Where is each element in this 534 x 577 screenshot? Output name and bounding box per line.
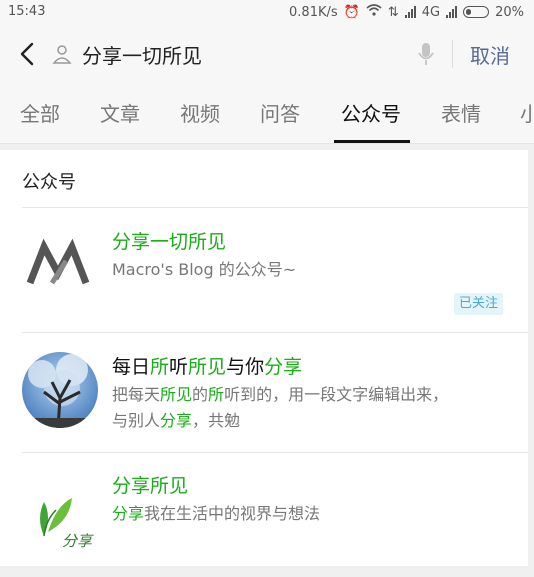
category-tabs: 全部 文章 视频 问答 公众号 表情 小 <box>0 84 534 144</box>
result-description: 分享我在生活中的视界与想法 <box>112 500 320 527</box>
text-segment: 每日 <box>112 356 151 378</box>
active-tab-indicator <box>334 140 410 143</box>
result-description: 把每天所见的所听到的，用一段文字编辑出来， <box>112 381 448 408</box>
tab-all[interactable]: 全部 <box>20 98 60 127</box>
result-description: Macro's Blog 的公众号~ <box>112 256 296 283</box>
text-segment: ，共勉 <box>192 411 241 430</box>
text-segment: 把每天 <box>112 385 161 404</box>
text-segment: 听到的，用一段文字编辑出来， <box>224 385 449 404</box>
text-segment: 我在生活中的视界与想法 <box>144 504 321 523</box>
microphone-icon[interactable] <box>416 40 436 68</box>
macro-blog-logo-icon <box>22 225 98 301</box>
highlighted-keyword: 分享 <box>264 356 303 378</box>
highlighted-keyword: 分享所见 <box>112 475 189 497</box>
result-divider <box>22 332 528 333</box>
result-divider <box>22 452 528 453</box>
alarm-off-icon: ⏰ <box>343 4 360 20</box>
text-segment: 与别人 <box>112 411 161 430</box>
network-speed: 0.81K/s <box>289 4 338 20</box>
tab-official-accounts[interactable]: 公众号 <box>341 98 401 127</box>
result-title: 分享一切所见 <box>112 227 226 254</box>
results-card: 公众号 分享一切所见 Macro's Blog 的公众号~ 已关注 每日所听所见… <box>0 150 528 566</box>
status-bar: 15:43 0.81K/s ⏰ ⇅ 4G 20% <box>0 0 534 24</box>
tab-more[interactable]: 小 <box>520 98 534 127</box>
followed-badge: 已关注 <box>454 293 504 315</box>
search-bar: 分享一切所见 取消 <box>0 24 534 84</box>
status-time: 15:43 <box>8 4 46 19</box>
highlighted-keyword: 分享一切所见 <box>112 231 227 253</box>
highlighted-keyword: 所 <box>150 356 170 378</box>
highlighted-keyword: 所 <box>208 385 225 404</box>
wifi-icon <box>366 4 382 20</box>
text-segment: 听 <box>169 356 189 378</box>
status-indicators: 0.81K/s ⏰ ⇅ 4G 20% <box>289 4 524 20</box>
signal-icon-2 <box>446 6 458 18</box>
tab-stickers[interactable]: 表情 <box>441 98 481 127</box>
result-description-line-2: 与别人分享，共勉 <box>112 407 240 434</box>
tab-articles[interactable]: 文章 <box>100 98 140 127</box>
tree-photo-avatar-icon <box>22 352 98 428</box>
result-title: 分享所见 <box>112 471 188 498</box>
section-title: 公众号 <box>22 172 76 193</box>
leaf-logo-icon: 分享 <box>22 476 98 552</box>
logo-lettering: 分享 <box>62 532 94 550</box>
account-search-icon <box>52 44 72 64</box>
search-divider <box>452 40 453 68</box>
text-segment: 的 <box>192 385 209 404</box>
signal-icon <box>404 6 416 18</box>
network-type: 4G <box>421 4 441 20</box>
highlighted-keyword: 分享 <box>112 504 145 523</box>
battery-level: 20% <box>495 4 524 20</box>
result-title: 每日所听所见与你分享 <box>112 352 302 379</box>
battery-icon <box>463 6 490 18</box>
highlighted-keyword: 所见 <box>188 356 227 378</box>
text-segment: 与你 <box>226 356 265 378</box>
text-segment: Macro's Blog 的公众号~ <box>112 260 297 279</box>
search-input[interactable]: 分享一切所见 <box>82 40 202 69</box>
cancel-button[interactable]: 取消 <box>470 40 510 69</box>
data-transfer-icon: ⇅ <box>387 4 399 20</box>
back-icon[interactable] <box>16 40 40 68</box>
highlighted-keyword: 所见 <box>160 385 193 404</box>
tab-qa[interactable]: 问答 <box>260 98 300 127</box>
section-divider <box>22 207 528 208</box>
tab-videos[interactable]: 视频 <box>180 98 220 127</box>
highlighted-keyword: 分享 <box>160 411 193 430</box>
